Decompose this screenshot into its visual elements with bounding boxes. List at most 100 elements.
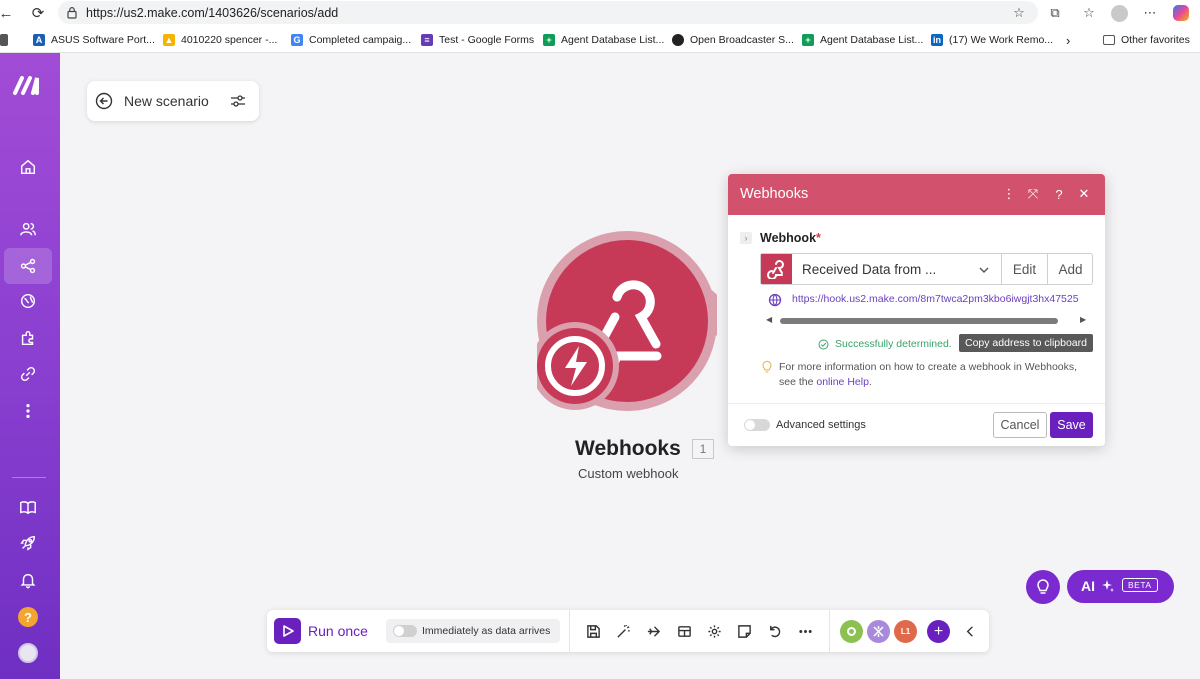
lightbulb-icon bbox=[1037, 579, 1049, 594]
obs-icon bbox=[672, 34, 684, 46]
refresh-icon[interactable]: ⟳ bbox=[28, 3, 48, 23]
online-help-link[interactable]: online Help bbox=[816, 376, 869, 388]
sidebar-item-apps[interactable] bbox=[10, 320, 46, 356]
schedule-control[interactable]: Immediately as data arrives bbox=[386, 619, 560, 643]
module-name: Webhooks bbox=[575, 437, 681, 460]
more-menu-icon[interactable]: ⋯ bbox=[1141, 4, 1159, 22]
add-button[interactable]: Add bbox=[1047, 254, 1093, 284]
url-field[interactable]: https://us2.make.com/1403626/scenarios/a… bbox=[58, 1, 1038, 24]
copy-address-tooltip: Copy address to clipboard bbox=[959, 334, 1093, 352]
check-circle-icon bbox=[818, 339, 829, 349]
back-arrow-icon[interactable]: ← bbox=[0, 3, 16, 23]
profile-avatar[interactable] bbox=[1110, 4, 1128, 22]
horizontal-scrollbar[interactable] bbox=[780, 318, 1058, 324]
scroll-left-icon[interactable]: ◀ bbox=[766, 315, 772, 324]
run-once-button[interactable]: Run once bbox=[308, 623, 368, 639]
bookmark-item[interactable]: Open Broadcaster S... bbox=[672, 32, 794, 48]
module-subtitle: Custom webhook bbox=[578, 466, 679, 481]
module-number-badge: 1 bbox=[692, 439, 714, 459]
share-icon bbox=[20, 258, 36, 274]
sheets-icon: + bbox=[802, 34, 814, 46]
sidebar-item-home[interactable] bbox=[10, 149, 46, 185]
user-badge[interactable]: L1 bbox=[894, 620, 917, 643]
scenario-title[interactable]: New scenario bbox=[124, 93, 209, 109]
help-icon[interactable]: ? bbox=[1051, 186, 1067, 202]
sidebar-divider bbox=[12, 477, 46, 478]
avatar[interactable] bbox=[18, 643, 38, 663]
info-text: For more information on how to create a … bbox=[779, 361, 1078, 388]
edit-button[interactable]: Edit bbox=[1001, 254, 1047, 284]
favorites-icon[interactable]: ☆ bbox=[1080, 4, 1098, 22]
settings-sliders-icon[interactable] bbox=[230, 93, 246, 109]
bookmark-item[interactable]: in (17) We Work Remo... bbox=[931, 32, 1053, 48]
sidebar-item-scenarios[interactable] bbox=[4, 248, 52, 284]
chevron-right-icon[interactable]: › bbox=[740, 232, 752, 244]
sheets-icon: + bbox=[543, 34, 555, 46]
other-favorites[interactable]: Other favorites bbox=[1103, 32, 1190, 48]
gear-icon[interactable] bbox=[705, 622, 723, 640]
webhook-select[interactable]: Received Data from ... Edit Add bbox=[760, 253, 1093, 285]
save-button[interactable]: Save bbox=[1050, 412, 1093, 438]
bookmark-item[interactable]: ≡ Test - Google Forms bbox=[421, 32, 534, 48]
flow-control-icon[interactable] bbox=[867, 620, 890, 643]
more-vertical-icon bbox=[26, 403, 30, 419]
scenario-title-card: New scenario bbox=[87, 81, 259, 121]
sidebar-item-docs[interactable] bbox=[10, 489, 46, 525]
extensions-icon[interactable]: ⧉ bbox=[1046, 4, 1064, 22]
sidebar: ? bbox=[0, 53, 60, 679]
sidebar-item-launch[interactable] bbox=[10, 525, 46, 561]
make-logo-icon[interactable] bbox=[12, 73, 44, 97]
sidebar-item-team[interactable] bbox=[10, 211, 46, 247]
puzzle-icon bbox=[21, 331, 34, 346]
back-arrow-icon[interactable] bbox=[95, 92, 113, 110]
bookmarks-bar: A ASUS Software Port... ▲ 4010220 spencer … bbox=[0, 27, 1200, 53]
schedule-toggle[interactable] bbox=[393, 625, 417, 637]
bookmark-item[interactable]: A ASUS Software Port... bbox=[33, 32, 155, 48]
scroll-right-icon[interactable]: ▶ bbox=[1080, 315, 1086, 324]
close-icon[interactable]: ✕ bbox=[1076, 186, 1092, 202]
browser-address-bar: ← ⟳ https://us2.make.com/1403626/scenari… bbox=[0, 0, 1200, 27]
beta-badge: BETA bbox=[1122, 578, 1158, 592]
sidebar-item-connections[interactable] bbox=[10, 283, 46, 319]
chevron-left-icon[interactable] bbox=[961, 622, 979, 640]
bottom-toolbar: Run once Immediately as data arrives L1 … bbox=[267, 610, 989, 652]
webhook-module[interactable] bbox=[537, 231, 717, 411]
star-icon[interactable]: ☆ bbox=[1010, 4, 1028, 22]
asus-icon: A bbox=[33, 34, 45, 46]
help-icon[interactable]: ? bbox=[18, 607, 38, 627]
tools-icon[interactable] bbox=[840, 620, 863, 643]
undo-icon[interactable] bbox=[765, 622, 783, 640]
webhook-field-label: Webhook* bbox=[760, 231, 821, 245]
bookmark-item[interactable]: G Completed campaig... bbox=[291, 32, 411, 48]
sidebar-item-more[interactable] bbox=[10, 393, 46, 429]
play-icon[interactable] bbox=[274, 618, 301, 644]
globe-icon bbox=[768, 293, 782, 307]
toolbar-divider bbox=[569, 610, 570, 652]
lightbulb-icon bbox=[762, 360, 772, 373]
bookmark-item[interactable]: ▲ 4010220 spencer -... bbox=[163, 32, 277, 48]
copilot-icon[interactable] bbox=[1172, 4, 1190, 22]
advanced-settings-toggle[interactable] bbox=[744, 419, 770, 431]
add-module-button[interactable]: + bbox=[927, 620, 950, 643]
cancel-button[interactable]: Cancel bbox=[993, 412, 1047, 438]
webhook-url[interactable]: https://hook.us2.make.com/8m7twca2pm3kbo… bbox=[792, 293, 1092, 305]
sidebar-item-notifications[interactable] bbox=[10, 562, 46, 598]
bookmark-item[interactable]: + Agent Database List... bbox=[802, 32, 923, 48]
ai-assistant-button[interactable]: AI BETA bbox=[1067, 570, 1174, 603]
magic-wand-icon[interactable] bbox=[614, 622, 632, 640]
sidebar-item-links[interactable] bbox=[10, 356, 46, 392]
bookmark-folder-icon[interactable] bbox=[0, 32, 14, 48]
expand-icon[interactable]: ⤧ bbox=[1025, 186, 1041, 202]
save-icon[interactable] bbox=[584, 622, 602, 640]
more-horizontal-icon[interactable] bbox=[796, 622, 814, 640]
more-vertical-icon[interactable]: ⋮ bbox=[1001, 186, 1017, 202]
airplane-icon[interactable] bbox=[644, 622, 662, 640]
bookmarks-overflow-icon[interactable]: › bbox=[1066, 32, 1070, 48]
google-icon: G bbox=[291, 34, 303, 46]
drive-icon: ▲ bbox=[163, 34, 175, 46]
hints-button[interactable] bbox=[1026, 570, 1060, 604]
bookmark-item[interactable]: + Agent Database List... bbox=[543, 32, 664, 48]
chevron-down-icon[interactable] bbox=[977, 263, 991, 277]
layout-icon[interactable] bbox=[675, 622, 693, 640]
note-icon[interactable] bbox=[735, 622, 753, 640]
